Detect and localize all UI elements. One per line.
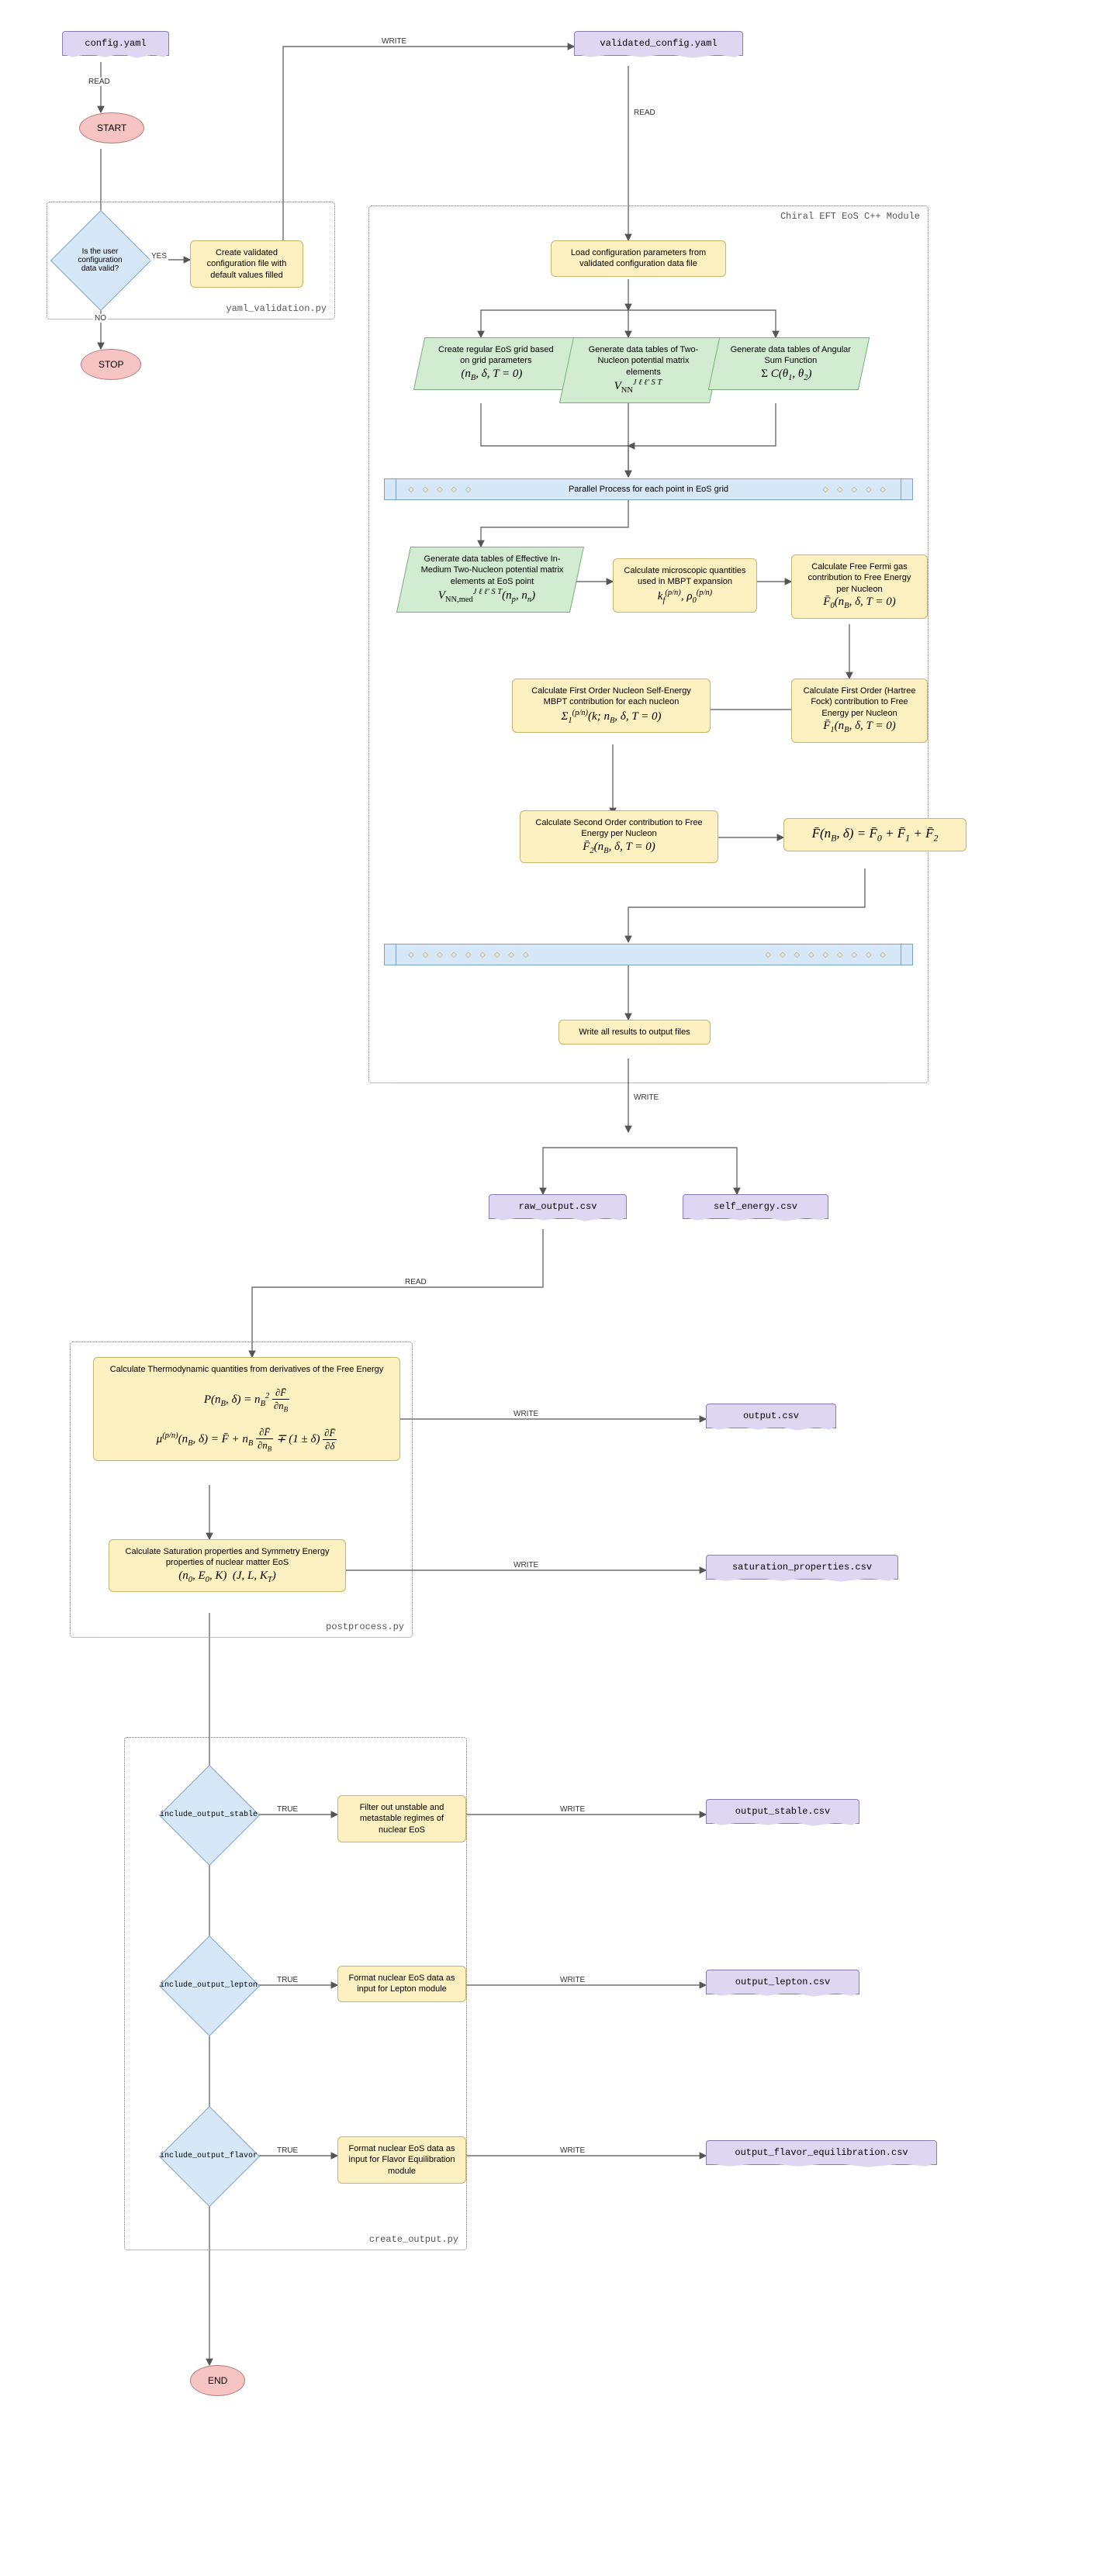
process-filter-stable: Filter out unstable and metastable regim… [337, 1795, 466, 1842]
module-label-postprocess: postprocess.py [326, 1621, 404, 1632]
flowchart-canvas: config.yaml validated_config.yaml raw_ou… [16, 16, 1101, 2560]
process-self-energy: Calculate First Order Nucleon Self-Energ… [512, 679, 711, 733]
edge-read-3: READ [403, 1278, 428, 1286]
edge-write-1: WRITE [380, 37, 408, 46]
file-output-lepton: output_lepton.csv [706, 1970, 859, 1994]
data-nn-potential: Generate data tables of Two-Nucleon pote… [559, 337, 724, 403]
process-write-results: Write all results to output files [558, 1020, 711, 1045]
file-output-stable: output_stable.csv [706, 1799, 859, 1824]
edge-read-1: READ [87, 78, 112, 86]
file-validated-config: validated_config.yaml [574, 31, 743, 56]
process-f0: Calculate Free Fermi gas contribution to… [791, 554, 928, 619]
process-saturation: Calculate Saturation properties and Symm… [109, 1539, 346, 1592]
terminal-end: END [190, 2365, 245, 2396]
process-thermo: Calculate Thermodynamic quantities from … [93, 1357, 400, 1461]
file-raw-output: raw_output.csv [489, 1194, 627, 1219]
edge-write-4: WRITE [512, 1561, 540, 1569]
process-sum: F̄(nB, δ) = F̄0 + F̄1 + F̄2 [783, 818, 967, 851]
file-self-energy: self_energy.csv [683, 1194, 828, 1219]
edge-yes: YES [150, 252, 168, 261]
decision-include-lepton: include_output_lepton [174, 1950, 244, 2020]
parallel-bar-bottom: ◇ ◇ ◇ ◇ ◇ ◇ ◇ ◇ ◇ ◇ ◇ ◇ ◇ ◇ ◇ ◇ ◇ ◇ [384, 944, 913, 965]
process-f1: Calculate First Order (Hartree Fock) con… [791, 679, 928, 743]
file-config-yaml: config.yaml [62, 31, 169, 56]
data-angular: Generate data tables of Angular Sum Func… [708, 337, 870, 390]
parallel-bar-top: ◇ ◇ ◇ ◇ ◇ Parallel Process for each poin… [384, 478, 913, 500]
edge-no: NO [93, 314, 108, 323]
file-output-flavor: output_flavor_equilibration.csv [706, 2140, 937, 2165]
process-load-config: Load configuration parameters from valid… [551, 240, 726, 277]
file-saturation: saturation_properties.csv [706, 1555, 898, 1580]
edge-write-2: WRITE [632, 1093, 660, 1102]
data-grid: Create regular EoS grid based on grid pa… [413, 337, 576, 390]
terminal-stop: STOP [81, 349, 141, 380]
decision-include-stable: include_output_stable [174, 1780, 244, 1849]
terminal-start: START [79, 112, 144, 143]
edge-true-3: TRUE [275, 2146, 299, 2155]
process-format-flavor: Format nuclear EoS data as input for Fla… [337, 2136, 466, 2184]
edge-write-6: WRITE [558, 1976, 586, 1984]
module-label-create-output: create_output.py [369, 2234, 458, 2245]
decision-include-flavor: include_output_flavor [174, 2121, 244, 2191]
decision-config-valid: Is the user configuration data valid? [65, 225, 135, 295]
module-label-chiral: Chiral EFT EoS C++ Module [780, 211, 920, 222]
edge-write-7: WRITE [558, 2146, 586, 2155]
process-microscopic: Calculate microscopic quantities used in… [613, 558, 757, 613]
edge-true-1: TRUE [275, 1805, 299, 1814]
process-format-lepton: Format nuclear EoS data as input for Lep… [337, 1966, 466, 2002]
file-output: output.csv [706, 1404, 836, 1428]
process-create-validated: Create validated configuration file with… [190, 240, 303, 288]
module-label-yaml: yaml_validation.py [226, 303, 327, 314]
process-f2: Calculate Second Order contribution to F… [520, 810, 718, 863]
edge-write-5: WRITE [558, 1805, 586, 1814]
data-effective-medium: Generate data tables of Effective In-Med… [396, 547, 584, 613]
edge-write-3: WRITE [512, 1410, 540, 1418]
edge-read-2: READ [632, 109, 657, 117]
edge-true-2: TRUE [275, 1976, 299, 1984]
